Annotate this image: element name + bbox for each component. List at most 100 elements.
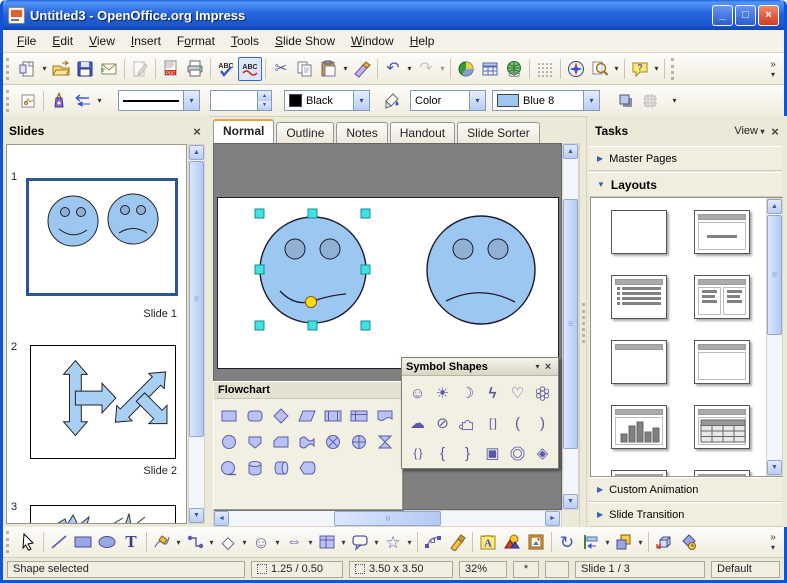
select-tool-button[interactable]: [16, 530, 40, 554]
menu-slide-show[interactable]: Slide Show: [267, 31, 343, 51]
flowchart-dropdown-arrow[interactable]: ▾: [339, 538, 348, 547]
combo-arrow-icon[interactable]: ▾: [353, 91, 369, 110]
flowchart-process-icon[interactable]: [219, 406, 239, 426]
edit-points-mode-button[interactable]: [16, 89, 40, 113]
fill-type-select[interactable]: Color ▾: [410, 90, 486, 111]
smiley-shape-icon[interactable]: ☺: [410, 386, 425, 401]
flowchart-data-icon[interactable]: [297, 406, 317, 426]
panel-splitter[interactable]: [579, 143, 586, 527]
lightning-shape-icon[interactable]: ϟ: [489, 386, 497, 401]
menu-help[interactable]: Help: [402, 31, 443, 51]
flowchart-decision-icon[interactable]: [271, 406, 291, 426]
symbol-shapes-dropdown-arrow[interactable]: ▾: [273, 538, 282, 547]
curve-dropdown-arrow[interactable]: ▾: [174, 538, 183, 547]
scroll-right-icon[interactable]: ►: [545, 511, 560, 526]
menu-file[interactable]: File: [9, 31, 44, 51]
slides-scrollbar-thumb[interactable]: [189, 161, 204, 437]
scroll-up-icon[interactable]: ▲: [563, 144, 578, 159]
callouts-dropdown-arrow[interactable]: ▾: [372, 538, 381, 547]
flowchart-predefined-process-icon[interactable]: [323, 406, 343, 426]
flowchart-card-icon[interactable]: [271, 432, 291, 452]
page-style-field[interactable]: Default: [711, 561, 780, 578]
basic-shapes-button[interactable]: ◇: [216, 530, 240, 554]
line-color-select[interactable]: Black ▾: [284, 90, 370, 111]
edit-points-button[interactable]: [421, 530, 445, 554]
arrange-dropdown-arrow[interactable]: ▾: [636, 538, 645, 547]
menu-format[interactable]: Format: [169, 31, 223, 51]
from-file-button[interactable]: [500, 530, 524, 554]
smiley-sad-shape[interactable]: [427, 216, 535, 324]
slide-1-thumbnail[interactable]: [26, 178, 178, 296]
open-button[interactable]: [49, 57, 73, 81]
text-tool-button[interactable]: T: [119, 530, 143, 554]
layout-partial-left[interactable]: [611, 470, 667, 477]
interaction-button[interactable]: [676, 530, 700, 554]
layout-title-frame[interactable]: [694, 340, 750, 384]
flowchart-punched-tape-icon[interactable]: [297, 432, 317, 452]
line-dialog-button[interactable]: [47, 89, 71, 113]
paste-button[interactable]: [317, 57, 341, 81]
tasks-panel-close-icon[interactable]: ×: [767, 124, 783, 139]
edit-file-button[interactable]: [128, 57, 152, 81]
menu-insert[interactable]: Insert: [123, 31, 169, 51]
slide-canvas[interactable]: [217, 197, 559, 369]
diamond-bevel-shape-icon[interactable]: ◈: [537, 446, 549, 461]
layout-title-table[interactable]: [694, 405, 750, 449]
section-custom-animation[interactable]: ▶ Custom Animation: [589, 477, 782, 502]
flowchart-button[interactable]: [315, 530, 339, 554]
curve-tool-button[interactable]: [150, 530, 174, 554]
title-bar[interactable]: Untitled3 - OpenOffice.org Impress _ □ ×: [3, 0, 784, 30]
maximize-button[interactable]: □: [735, 5, 756, 26]
octagon-bevel-shape-icon[interactable]: [509, 445, 526, 462]
arrow-style-button[interactable]: [71, 89, 95, 113]
redo-button[interactable]: ↷: [414, 57, 438, 81]
canvas-hscrollbar[interactable]: ◄ ►: [213, 510, 562, 527]
crop-button[interactable]: [638, 89, 662, 113]
slides-scrollbar[interactable]: ▲ ▼: [188, 144, 205, 524]
tab-outline[interactable]: Outline: [276, 122, 334, 143]
help-button[interactable]: ?: [628, 57, 652, 81]
rotate-button[interactable]: ↻: [555, 530, 579, 554]
toolbar-overflow-arrow[interactable]: ▾: [670, 96, 679, 105]
display-grid-button[interactable]: [533, 57, 557, 81]
tab-notes[interactable]: Notes: [336, 122, 387, 143]
print-button[interactable]: [183, 57, 207, 81]
flowchart-magnetic-disc-icon[interactable]: [245, 458, 265, 478]
layout-title-content[interactable]: [694, 210, 750, 254]
toolbar-grip[interactable]: [6, 90, 11, 112]
flowchart-or-icon[interactable]: [349, 432, 369, 452]
flowchart-summing-junction-icon[interactable]: [323, 432, 343, 452]
line-tool-button[interactable]: [47, 530, 71, 554]
cursor-position-field[interactable]: 1.25 / 0.50: [251, 561, 343, 578]
left-brace-shape-icon[interactable]: {: [440, 446, 445, 461]
copy-button[interactable]: [293, 57, 317, 81]
flowchart-sequential-access-icon[interactable]: [219, 458, 239, 478]
toolbar-options-arrow[interactable]: ▾: [769, 543, 778, 552]
section-slide-transition[interactable]: ▶ Slide Transition: [589, 502, 782, 527]
line-width-input[interactable]: ▲▼: [210, 90, 272, 111]
cloud-shape-icon[interactable]: ☁: [410, 416, 425, 431]
new-dropdown-arrow[interactable]: ▾: [40, 64, 49, 73]
right-brace-shape-icon[interactable]: }: [465, 446, 470, 461]
scroll-up-icon[interactable]: ▲: [189, 145, 204, 160]
layout-title-chart[interactable]: [611, 405, 667, 449]
rectangle-tool-button[interactable]: [71, 530, 95, 554]
flowchart-toolbar-title[interactable]: Flowchart: [214, 382, 402, 399]
layout-blank[interactable]: [611, 210, 667, 254]
toolbar-grip[interactable]: [6, 531, 11, 553]
flowchart-direct-access-storage-icon[interactable]: [271, 458, 291, 478]
prohibited-shape-icon[interactable]: ⊘: [436, 416, 449, 431]
extrusion-button[interactable]: [652, 530, 676, 554]
tab-handout[interactable]: Handout: [390, 122, 455, 143]
combo-arrow-icon[interactable]: ▾: [583, 91, 599, 110]
save-button[interactable]: [73, 57, 97, 81]
export-pdf-button[interactable]: PDF: [159, 57, 183, 81]
minimize-button[interactable]: _: [712, 5, 733, 26]
alignment-button[interactable]: [579, 530, 603, 554]
stars-dropdown-arrow[interactable]: ▾: [405, 538, 414, 547]
stars-button[interactable]: ☆: [381, 530, 405, 554]
flowchart-alternate-process-icon[interactable]: [245, 406, 265, 426]
tasks-scrollbar-thumb[interactable]: [767, 215, 782, 335]
puzzle-shape-icon[interactable]: [459, 415, 476, 432]
left-bracket-shape-icon[interactable]: (: [515, 416, 520, 431]
